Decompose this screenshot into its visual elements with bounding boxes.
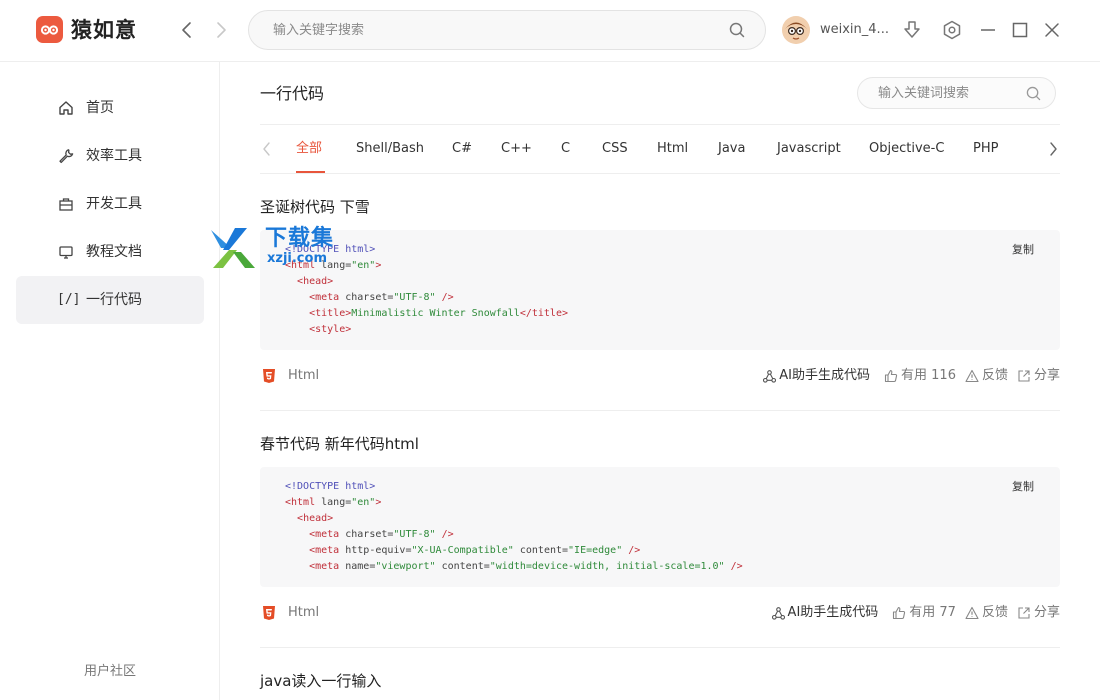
tab-c[interactable]: C bbox=[561, 140, 570, 158]
sidebar-item-efficiency-tools[interactable]: 效率工具 bbox=[16, 132, 204, 180]
snippet-actions: AI助手生成代码 有用 77 反馈 分享 bbox=[763, 605, 1060, 621]
snippet-actions: AI助手生成代码 有用 116 反馈 分享 bbox=[754, 368, 1060, 384]
tabs-prev-arrow-icon[interactable] bbox=[260, 141, 274, 157]
snippet-search-input[interactable] bbox=[878, 78, 1018, 108]
tab-all[interactable]: 全部 bbox=[296, 140, 322, 158]
sidebar-item-dev-tools[interactable]: 开发工具 bbox=[16, 180, 204, 228]
share-label: 分享 bbox=[1033, 605, 1060, 620]
snippet-meta-row: Html AI助手生成代码 有用 77 反馈 分享 bbox=[260, 602, 1060, 624]
divider bbox=[260, 173, 1060, 174]
share-button[interactable]: 分享 bbox=[1017, 605, 1060, 621]
useful-count: 有用 77 bbox=[909, 605, 956, 620]
monitor-icon bbox=[58, 244, 74, 260]
global-search-box[interactable] bbox=[248, 10, 766, 50]
close-icon[interactable] bbox=[1041, 19, 1063, 41]
feedback-button[interactable]: 反馈 bbox=[965, 368, 1008, 384]
code-block: <!DOCTYPE html> <html lang="en"> <head> … bbox=[260, 467, 1060, 587]
search-icon[interactable] bbox=[729, 22, 745, 38]
snippet-search-box[interactable] bbox=[857, 77, 1056, 109]
feedback-label: 反馈 bbox=[981, 605, 1008, 620]
html5-icon bbox=[262, 605, 276, 621]
divider bbox=[260, 410, 1060, 411]
sidebar: 首页 效率工具 开发工具 教程文档 [/] 一行代码 用户社区 bbox=[0, 62, 220, 700]
ai-nodes-icon bbox=[763, 369, 777, 383]
sidebar-item-home[interactable]: 首页 bbox=[16, 84, 204, 132]
sidebar-item-one-line-code[interactable]: [/] 一行代码 bbox=[16, 276, 204, 324]
warning-triangle-icon bbox=[965, 369, 979, 383]
code-text: <!DOCTYPE html> <html lang="en"> <head> … bbox=[285, 244, 568, 335]
forward-arrow-icon[interactable] bbox=[211, 20, 231, 40]
sidebar-item-label: 教程文档 bbox=[86, 244, 142, 260]
divider bbox=[260, 647, 1060, 648]
useful-button[interactable]: 有用 116 bbox=[884, 368, 956, 384]
sidebar-item-label: 首页 bbox=[86, 100, 114, 116]
language-label: Html bbox=[288, 605, 320, 620]
tab-objective-c[interactable]: Objective-C bbox=[869, 140, 944, 158]
page-title: 一行代码 bbox=[260, 84, 325, 103]
ai-generate-button[interactable]: AI助手生成代码 bbox=[763, 368, 870, 384]
ai-nodes-icon bbox=[771, 606, 785, 620]
main-content: 一行代码 全部 Shell/Bash C# C++ C CSS Html Jav… bbox=[221, 62, 1100, 700]
share-label: 分享 bbox=[1033, 368, 1060, 383]
language-label: Html bbox=[288, 368, 320, 383]
sidebar-item-label: 开发工具 bbox=[86, 196, 142, 212]
ai-generate-label: AI助手生成代码 bbox=[787, 605, 879, 620]
language-tabs: 全部 Shell/Bash C# C++ C CSS Html Java Jav… bbox=[260, 125, 1060, 173]
wrench-icon bbox=[58, 148, 74, 164]
feedback-label: 反馈 bbox=[981, 368, 1008, 383]
tab-java[interactable]: Java bbox=[718, 140, 745, 158]
app-logo-icon bbox=[36, 16, 63, 43]
minimize-icon[interactable] bbox=[977, 19, 999, 41]
toolbox-icon bbox=[58, 196, 74, 212]
community-link[interactable]: 用户社区 bbox=[0, 660, 220, 679]
global-search-input[interactable] bbox=[273, 11, 713, 49]
html5-icon bbox=[262, 368, 276, 384]
snippet-title[interactable]: 圣诞树代码 下雪 bbox=[260, 197, 370, 217]
share-button[interactable]: 分享 bbox=[1017, 368, 1060, 384]
tab-csharp[interactable]: C# bbox=[452, 140, 472, 158]
avatar[interactable] bbox=[782, 16, 810, 44]
share-icon bbox=[1018, 607, 1030, 619]
tabs-next-arrow-icon[interactable] bbox=[1046, 141, 1060, 157]
warning-triangle-icon bbox=[965, 606, 979, 620]
maximize-icon[interactable] bbox=[1009, 19, 1031, 41]
share-icon bbox=[1018, 370, 1030, 382]
settings-hexagon-icon[interactable] bbox=[941, 19, 963, 41]
thumbs-up-icon bbox=[893, 606, 906, 620]
sidebar-item-label: 一行代码 bbox=[86, 292, 142, 308]
snippet-title[interactable]: 春节代码 新年代码html bbox=[260, 434, 419, 454]
useful-count: 有用 116 bbox=[901, 368, 956, 383]
home-icon bbox=[58, 100, 74, 116]
tab-html[interactable]: Html bbox=[657, 140, 688, 158]
copy-button[interactable]: 复制 bbox=[1012, 480, 1034, 494]
back-arrow-icon[interactable] bbox=[177, 20, 197, 40]
useful-button[interactable]: 有用 77 bbox=[892, 605, 956, 621]
snippet-meta-row: Html AI助手生成代码 有用 116 反馈 分享 bbox=[260, 365, 1060, 387]
ai-generate-label: AI助手生成代码 bbox=[779, 368, 871, 383]
tab-php[interactable]: PHP bbox=[973, 140, 998, 158]
sidebar-item-label: 效率工具 bbox=[86, 148, 142, 164]
username[interactable]: weixin_4... bbox=[820, 22, 889, 38]
download-icon[interactable] bbox=[901, 19, 923, 41]
tab-css[interactable]: CSS bbox=[602, 140, 628, 158]
sidebar-item-tutorials[interactable]: 教程文档 bbox=[16, 228, 204, 276]
tabs-strip: 全部 Shell/Bash C# C++ C CSS Html Java Jav… bbox=[296, 125, 1030, 173]
thumbs-up-icon bbox=[884, 369, 898, 383]
feedback-button[interactable]: 反馈 bbox=[965, 605, 1008, 621]
code-text: <!DOCTYPE html> <html lang="en"> <head> … bbox=[285, 481, 743, 572]
search-icon[interactable] bbox=[1026, 86, 1041, 101]
snippet-title[interactable]: java读入一行输入 bbox=[260, 671, 381, 691]
tab-javascript[interactable]: Javascript bbox=[777, 140, 841, 158]
app-name: 猿如意 bbox=[71, 18, 137, 42]
tab-shell-bash[interactable]: Shell/Bash bbox=[356, 140, 424, 158]
copy-button[interactable]: 复制 bbox=[1012, 243, 1034, 257]
tab-cpp[interactable]: C++ bbox=[501, 140, 532, 158]
code-bracket-icon: [/] bbox=[57, 292, 81, 307]
code-block: <!DOCTYPE html> <html lang="en"> <head> … bbox=[260, 230, 1060, 350]
title-bar: 猿如意 weixin_4... bbox=[0, 0, 1100, 62]
ai-generate-button[interactable]: AI助手生成代码 bbox=[771, 605, 879, 621]
